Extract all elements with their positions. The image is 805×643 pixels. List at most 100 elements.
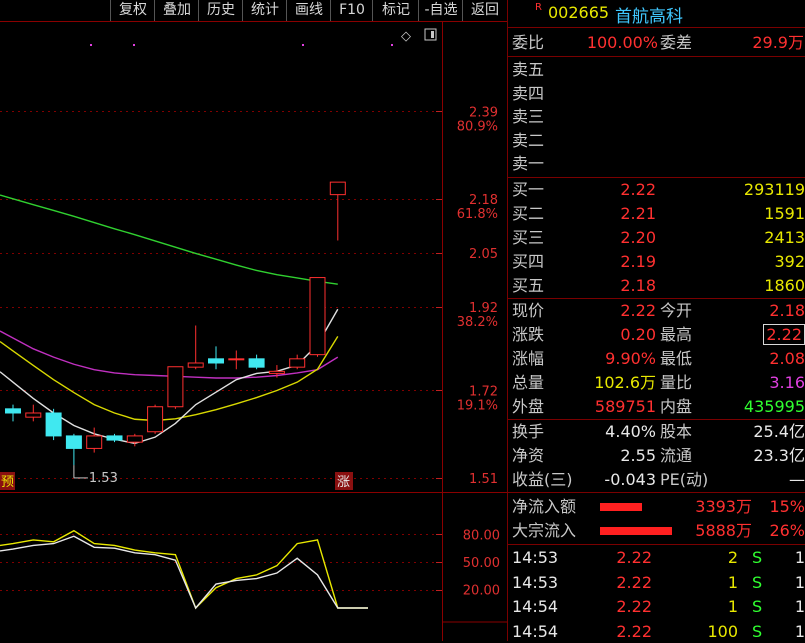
y-tick-pct: 19.1%	[457, 398, 498, 413]
candle[interactable]	[86, 435, 103, 449]
bid-level-1[interactable]: 买一 2.22 293119	[512, 178, 805, 201]
window-icon[interactable]	[424, 28, 437, 41]
fundamental-value: —	[789, 470, 805, 489]
tick-row[interactable]: 14:53 2.22 2 S 1	[512, 546, 805, 569]
tick-side: S	[752, 621, 763, 641]
tick-count: 1	[794, 621, 805, 641]
quote-value: 2.08	[769, 349, 805, 368]
candle[interactable]	[289, 358, 306, 368]
tick-row[interactable]: 14:53 2.22 1 S 1	[512, 571, 805, 594]
y-tick-label: 1.51	[469, 472, 498, 487]
fundamental-value: 4.40%	[605, 422, 656, 441]
toolbar-button-1[interactable]: 叠加	[154, 0, 199, 21]
candle[interactable]	[329, 181, 346, 196]
y-tick-pct: 38.2%	[457, 315, 498, 330]
candle[interactable]	[25, 412, 42, 418]
quote-value: 2.22	[620, 301, 656, 320]
indicator-tick-label: 20.00	[463, 584, 500, 599]
tick-volume: 1	[727, 597, 738, 616]
low-annotation: 1.53	[89, 471, 118, 486]
kline-chart[interactable]: ◇ 2.3980.9% 2.1861.8% 2.05 1.9238.2% 1.7219.1…	[0, 0, 507, 641]
quote-value: 0.20	[620, 325, 656, 344]
candle[interactable]	[268, 370, 285, 374]
quote-value: 102.6万	[594, 373, 656, 392]
ask-level-5[interactable]: 卖五	[512, 58, 544, 81]
tick-price: 2.22	[616, 597, 652, 616]
ask-level-3[interactable]: 卖三	[512, 105, 544, 128]
candle[interactable]	[208, 358, 224, 364]
bid-volume: 293119	[743, 180, 805, 199]
candle[interactable]	[309, 277, 326, 356]
flow-amount: 3393万	[695, 497, 752, 516]
toolbar-button-2[interactable]: 历史	[198, 0, 243, 21]
stock-code: 002665	[548, 3, 610, 22]
divider	[508, 492, 805, 493]
candle[interactable]	[228, 358, 245, 361]
event-marker	[133, 44, 135, 46]
indicator-tick-label: 80.00	[463, 528, 500, 543]
candle[interactable]	[45, 412, 62, 437]
bid-price: 2.21	[620, 204, 656, 223]
tick-count: 1	[794, 597, 805, 616]
stock-name: 首航高科	[615, 7, 683, 27]
quote-value: 3.16	[769, 373, 805, 392]
toolbar-button-8[interactable]: 返回	[462, 0, 507, 21]
tick-count: 1	[794, 572, 805, 592]
quote-row: 涨幅 9.90% 最低 2.08	[512, 347, 805, 370]
fundamental-value: -0.043	[604, 470, 656, 489]
toolbar-button-0[interactable]: 复权	[110, 0, 155, 21]
limit-up-badge-text: 涨	[337, 475, 350, 490]
y-tick-label: 1.72	[469, 384, 498, 399]
toolbar-button-7[interactable]: -自选	[418, 0, 463, 21]
y-tick-label: 2.05	[469, 247, 498, 262]
bid-volume: 1860	[764, 276, 805, 295]
toolbar-button-5[interactable]: F10	[330, 0, 373, 21]
ma-green-line	[0, 194, 338, 285]
bid-volume: 2413	[764, 228, 805, 247]
divider	[508, 544, 805, 545]
bid-price: 2.19	[620, 252, 656, 271]
bid-level-5[interactable]: 买五 2.18 1860	[512, 274, 805, 297]
y-tick-pct: 80.9%	[457, 119, 498, 134]
tick-volume: 2	[727, 548, 738, 567]
ask-level-1[interactable]: 卖一	[512, 152, 544, 175]
toolbar-button-3[interactable]: 统计	[242, 0, 287, 21]
candle[interactable]	[248, 358, 265, 368]
y-tick-label: 2.18	[469, 193, 498, 208]
event-marker	[391, 44, 393, 46]
candle[interactable]	[126, 435, 143, 443]
bid-level-4[interactable]: 买四 2.19 392	[512, 250, 805, 273]
ask-level-4[interactable]: 卖四	[512, 82, 544, 105]
flow-pct: 26%	[769, 521, 805, 540]
candle[interactable]	[65, 435, 82, 449]
flow-row: 净流入额 3393万 15%	[512, 495, 805, 518]
candle[interactable]	[167, 366, 184, 408]
quote-row: 总量 102.6万 量比 3.16	[512, 371, 805, 394]
tick-volume: 1	[727, 572, 738, 592]
fundamental-value: 25.4亿	[753, 422, 805, 441]
tick-price: 2.22	[616, 548, 652, 567]
candle[interactable]	[187, 362, 204, 368]
candle[interactable]	[106, 435, 123, 441]
quote-row: 外盘 589751 内盘 435995	[512, 395, 805, 418]
toolbar-button-4[interactable]: 画线	[286, 0, 331, 21]
tick-row[interactable]: 14:54 2.22 100 S 1	[512, 620, 805, 643]
tick-price: 2.22	[616, 621, 652, 641]
bid-level-3[interactable]: 买三 2.20 2413	[512, 226, 805, 249]
fundamental-row: 净资 2.55 流通 23.3亿	[512, 444, 805, 467]
ask-level-2[interactable]: 卖二	[512, 129, 544, 152]
quote-value: 2.22	[763, 324, 805, 345]
quote-value: 9.90%	[605, 349, 656, 368]
tick-row[interactable]: 14:54 2.22 1 S 1	[512, 595, 805, 618]
divider	[508, 27, 805, 28]
weicha-value: 29.9万	[752, 33, 804, 52]
diamond-icon[interactable]: ◇	[401, 29, 411, 44]
toolbar-button-6[interactable]: 标记	[372, 0, 419, 21]
quote-value: 589751	[594, 397, 656, 416]
chart-toolbar: 复权 叠加 历史 统计 画线 F10 标记 -自选 返回	[0, 0, 507, 22]
quote-row: 涨跌 0.20 最高 2.22	[512, 323, 805, 346]
candle[interactable]	[147, 406, 164, 433]
flow-label: 净流入额	[512, 497, 577, 516]
bid-level-2[interactable]: 买二 2.21 1591	[512, 202, 805, 225]
candle[interactable]	[5, 408, 21, 414]
